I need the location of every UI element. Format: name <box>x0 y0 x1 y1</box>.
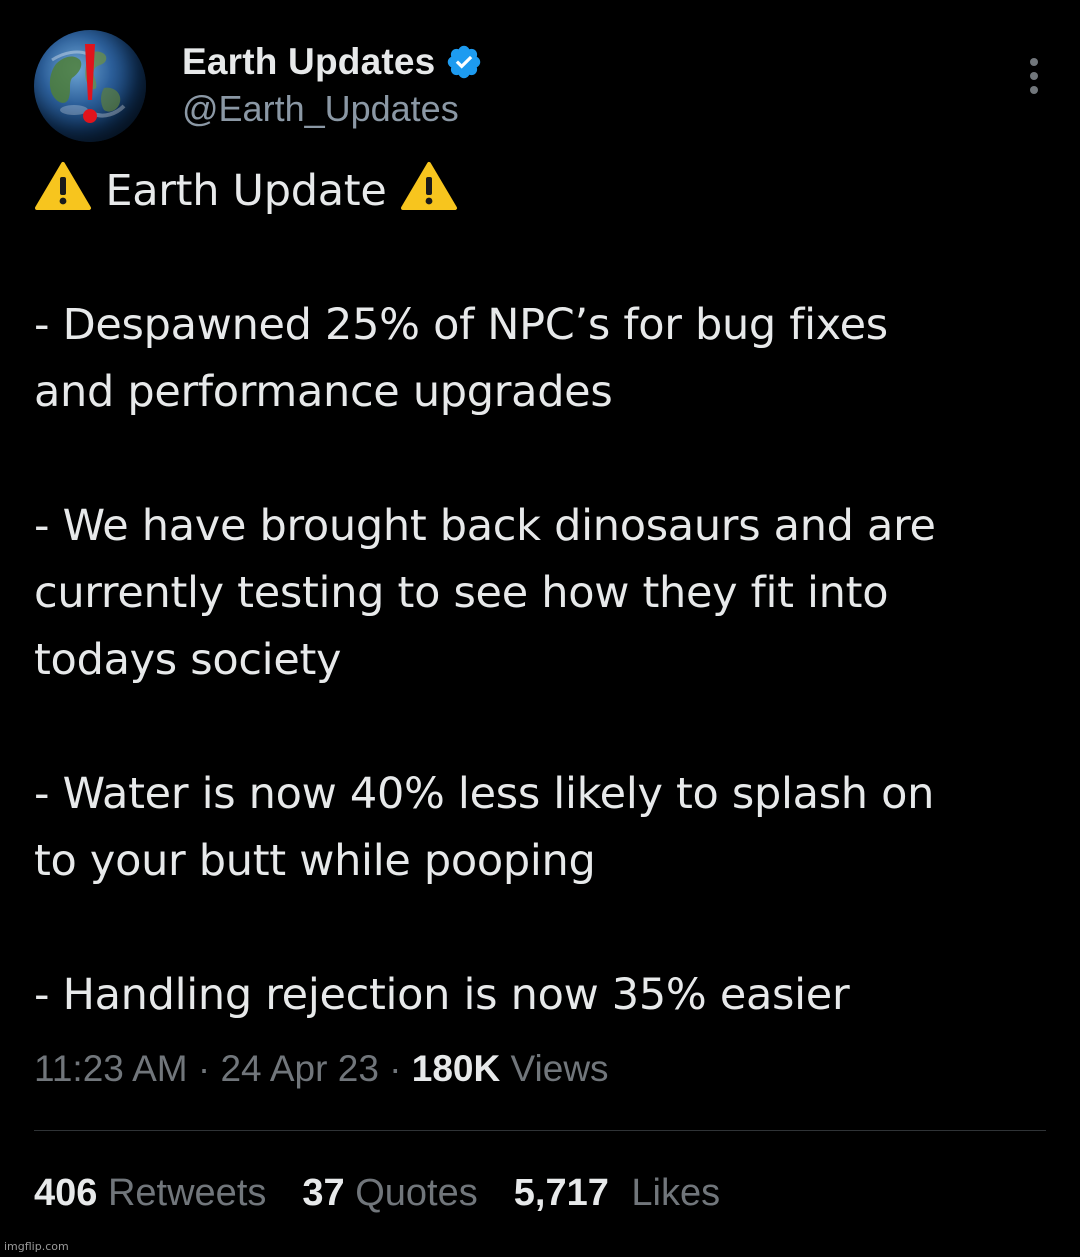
tweet-date[interactable]: 24 Apr 23 <box>220 1048 378 1089</box>
tweet-line: todays society <box>34 635 342 685</box>
tweet-line: - Handling rejection is now 35% easier <box>34 970 850 1020</box>
tweet-line: and performance upgrades <box>34 367 613 417</box>
engagement-stats: 406 Retweets 37 Quotes 5,717 Likes <box>34 1172 756 1215</box>
avatar[interactable] <box>34 30 146 142</box>
tweet-line: currently testing to see how they fit in… <box>34 568 889 618</box>
meta-separator: · <box>197 1048 211 1089</box>
verified-badge-icon <box>448 45 481 79</box>
more-options-icon[interactable] <box>1022 56 1046 96</box>
meta-separator: · <box>389 1048 402 1089</box>
retweets-label: Retweets <box>107 1172 267 1214</box>
watermark: imgflip.com <box>4 1240 69 1253</box>
divider <box>34 1130 1046 1131</box>
earth-globe-icon <box>49 44 126 123</box>
tweet-meta: 11:23 AM · 24 Apr 23 · 180K Views <box>34 1048 609 1090</box>
tweet-line: to your butt while pooping <box>34 836 596 886</box>
views-count[interactable]: 180K <box>412 1048 500 1089</box>
author-handle[interactable]: @Earth_Updates <box>182 88 459 130</box>
quotes-label: Quotes <box>355 1172 478 1214</box>
quotes-stat[interactable]: 37 Quotes <box>302 1172 477 1215</box>
likes-label: Likes <box>631 1172 721 1214</box>
tweet-title-line: Earth Update <box>34 158 1044 225</box>
author-name-row: Earth Updates <box>182 40 483 84</box>
retweets-stat[interactable]: 406 Retweets <box>34 1172 266 1215</box>
views-label: Views <box>510 1048 609 1089</box>
tweet-line: - Water is now 40% less likely to splash… <box>34 769 935 819</box>
tweet-time[interactable]: 11:23 AM <box>34 1048 188 1089</box>
likes-count: 5,717 <box>513 1172 609 1214</box>
author-display-name[interactable]: Earth Updates <box>182 41 435 83</box>
tweet-body: Earth Update - Despawned 25% of NPC’s fo… <box>34 158 1044 1029</box>
tweet-line: - We have brought back dinosaurs and are <box>34 501 936 551</box>
retweets-count: 406 <box>34 1172 98 1214</box>
warning-icon <box>400 162 457 210</box>
tweet-title: Earth Update <box>105 166 387 216</box>
tweet-header: Earth Updates @Earth_Updates <box>34 30 1046 142</box>
tweet-line: - Despawned 25% of NPC’s for bug fixes <box>34 300 888 350</box>
warning-icon <box>35 162 91 210</box>
likes-stat[interactable]: 5,717 Likes <box>514 1172 720 1215</box>
tweet-card: Earth Updates @Earth_Updates Earth Updat… <box>0 0 1080 1257</box>
quotes-count: 37 <box>302 1172 345 1214</box>
